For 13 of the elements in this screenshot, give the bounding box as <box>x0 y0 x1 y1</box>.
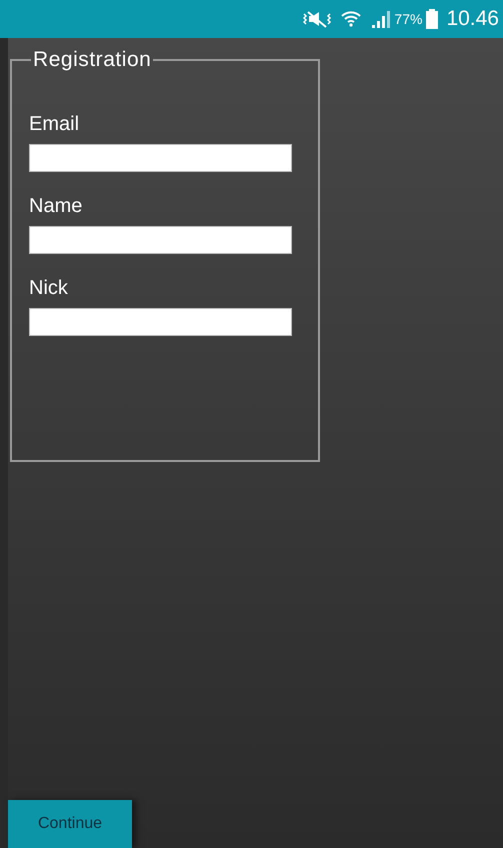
field-label: Email <box>29 112 80 136</box>
mute-icon <box>302 9 332 29</box>
input-field[interactable] <box>29 226 292 254</box>
battery-percent: 77% <box>394 10 422 28</box>
clock-time: 10.46 <box>446 6 499 32</box>
input-field[interactable] <box>29 144 292 172</box>
signal-icon <box>370 10 390 28</box>
panel-title: Registration <box>32 47 152 73</box>
continue-button[interactable]: Continue <box>8 800 132 848</box>
input-field[interactable] <box>29 308 292 336</box>
field-label: Nick <box>29 276 69 300</box>
battery-icon <box>426 9 438 29</box>
field-label: Name <box>29 194 84 218</box>
